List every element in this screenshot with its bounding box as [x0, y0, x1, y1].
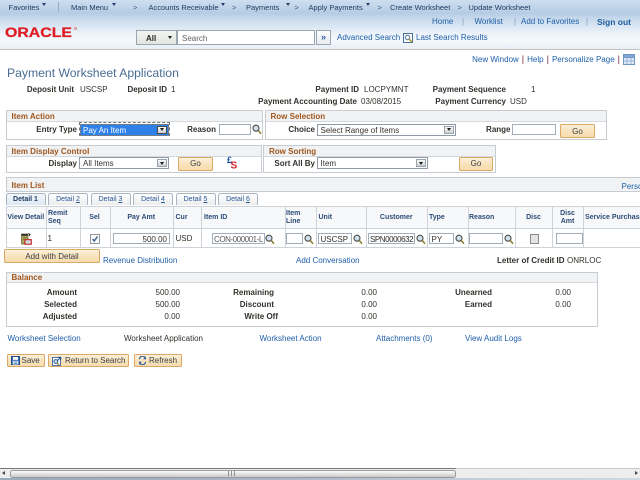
svg-text:S: S: [231, 161, 238, 171]
svg-text:ORACLE: ORACLE: [5, 25, 72, 40]
